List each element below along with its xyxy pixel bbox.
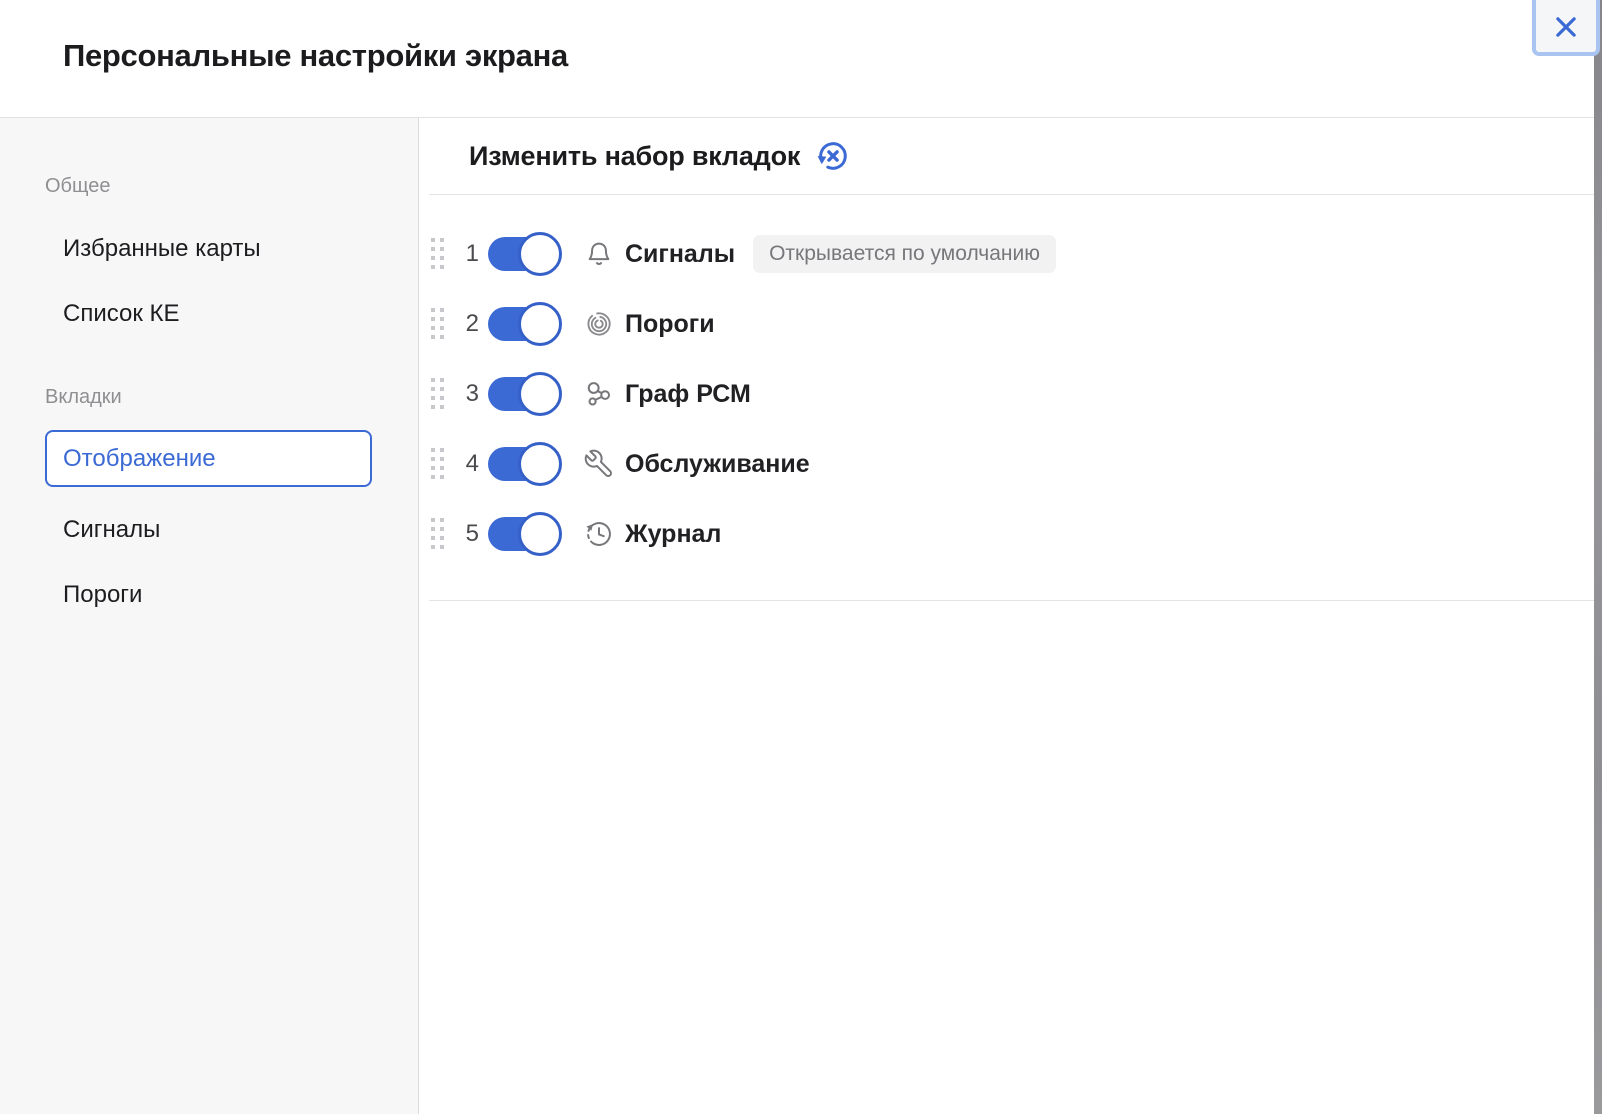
sidebar-item-signals[interactable]: Сигналы	[63, 516, 160, 544]
sidebar-item-thresholds[interactable]: Пороги	[63, 581, 142, 609]
reset-icon	[815, 138, 851, 174]
tab-order-number: 2	[463, 310, 479, 338]
drag-handle-icon[interactable]	[430, 305, 447, 343]
toggle-maintenance[interactable]	[488, 442, 562, 486]
tab-row-journal: 5 Журнал	[429, 499, 1594, 569]
thresholds-icon	[583, 308, 615, 340]
tab-row-signals: 1 Сигналы Открывается по умолчанию	[429, 219, 1594, 289]
close-button[interactable]	[1532, 0, 1600, 56]
drag-handle-icon[interactable]	[430, 375, 447, 413]
personal-screen-settings-dialog: Персональные настройки экрана Общее Избр…	[0, 0, 1594, 1114]
toggle-thresholds[interactable]	[488, 302, 562, 346]
tab-order-number: 4	[463, 450, 479, 478]
sidebar-item-ke-list[interactable]: Список КЕ	[63, 300, 180, 328]
settings-main-panel: Изменить набор вкладок	[419, 118, 1594, 1114]
tab-row-maintenance: 4 Обслуживание	[429, 429, 1594, 499]
default-badge: Открывается по умолчанию	[753, 235, 1056, 273]
dialog-header: Персональные настройки экрана	[0, 0, 1594, 118]
toggle-signals[interactable]	[488, 232, 562, 276]
tab-order-number: 3	[463, 380, 479, 408]
drag-handle-icon[interactable]	[430, 445, 447, 483]
tab-label: Журнал	[625, 520, 721, 549]
graph-icon	[583, 378, 615, 410]
sidebar-section-label-general: Общее	[45, 175, 418, 198]
wrench-icon	[583, 448, 615, 480]
reset-tabs-button[interactable]	[815, 138, 851, 174]
tab-label: Пороги	[625, 310, 715, 339]
sidebar-section-label-tabs: Вкладки	[45, 386, 418, 409]
close-icon	[1551, 12, 1581, 42]
sidebar-item-display[interactable]: Отображение	[45, 430, 372, 487]
tab-list: 1 Сигналы Открывается по умолчанию	[429, 195, 1594, 601]
tab-label: Сигналы	[625, 240, 735, 269]
toggle-graph-rsm[interactable]	[488, 372, 562, 416]
sidebar-item-favorite-maps[interactable]: Избранные карты	[63, 235, 261, 263]
history-icon	[583, 518, 615, 550]
settings-sidebar: Общее Избранные карты Список КЕ Вкладки …	[0, 118, 419, 1114]
tab-label: Обслуживание	[625, 450, 810, 479]
empty-area	[419, 601, 1594, 1114]
toggle-journal[interactable]	[488, 512, 562, 556]
tab-label: Граф РСМ	[625, 380, 751, 409]
drag-handle-icon[interactable]	[430, 235, 447, 273]
tab-row-thresholds: 2 Пороги	[429, 289, 1594, 359]
tab-set-header: Изменить набор вкладок	[429, 118, 1594, 195]
underlying-page-edge	[1594, 0, 1602, 1114]
tab-order-number: 5	[463, 520, 479, 548]
drag-handle-icon[interactable]	[430, 515, 447, 553]
tab-row-graph-rsm: 3 Граф РСМ	[429, 359, 1594, 429]
dialog-title: Персональные настройки экрана	[63, 38, 568, 74]
bell-icon	[583, 238, 615, 270]
section-title: Изменить набор вкладок	[469, 141, 800, 172]
tab-order-number: 1	[463, 240, 479, 268]
